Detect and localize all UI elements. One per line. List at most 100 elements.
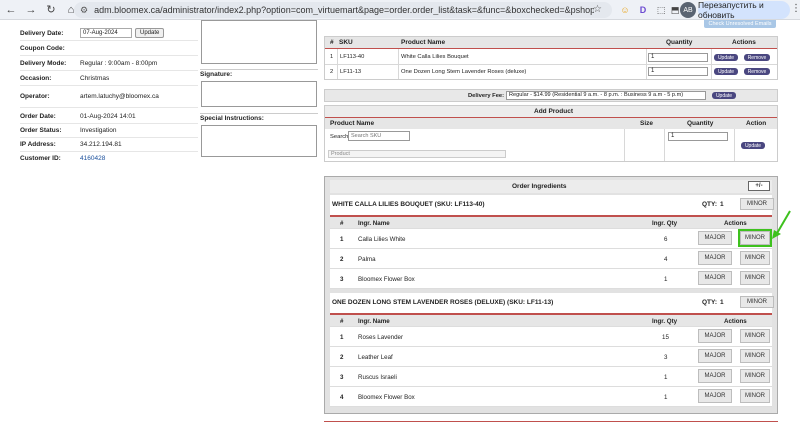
ingr-qty: 3	[664, 354, 668, 361]
notes-textarea[interactable]	[201, 20, 317, 64]
url-text: adm.bloomex.ca/administrator/index2.php?…	[94, 5, 595, 15]
delivery-fee-update-button[interactable]: Update	[712, 92, 736, 99]
special-instructions-heading: Special Instructions:	[200, 113, 318, 122]
check-emails-button[interactable]: Check Unresolved Emails	[704, 20, 776, 28]
delivery-date-update-button[interactable]: Update	[135, 28, 165, 38]
coupon-row: Coupon Code:	[20, 41, 198, 55]
ingredient-group-title: WHITE CALLA LILIES BOUQUET (SKU: LF113-4…	[332, 201, 485, 208]
order-date-value: 01-Aug-2024 14:01	[80, 112, 136, 120]
product-qty-input[interactable]: 1	[648, 53, 708, 62]
col-quantity: Quantity	[666, 39, 693, 46]
customer-id-label: Customer ID:	[20, 154, 61, 162]
minor-button[interactable]: MINOR	[740, 349, 770, 363]
ingr-qty: 1	[664, 276, 668, 283]
ingr-col-num: #	[340, 318, 344, 325]
profile-avatar[interactable]: AB	[680, 2, 696, 18]
order-date-row: Order Date: 01-Aug-2024 14:01	[20, 109, 198, 123]
major-button[interactable]: MAJOR	[698, 389, 732, 403]
col-actions: Actions	[732, 39, 756, 46]
extensions-puzzle-icon[interactable]: ⬚	[654, 3, 668, 17]
ingredient-header-row	[330, 315, 772, 327]
major-button[interactable]: MAJOR	[698, 329, 732, 343]
ingredient-group-title: ONE DOZEN LONG STEM LAVENDER ROSES (DELU…	[332, 299, 554, 306]
products-header-rule	[325, 48, 777, 49]
product-remove-button[interactable]: Remove	[744, 54, 770, 61]
ingr-qty: 1	[664, 394, 668, 401]
product-row-sku: LF11-13	[340, 69, 362, 75]
ingr-col-qty: Ingr. Qty	[652, 220, 678, 227]
ingr-col-actions: Actions	[724, 220, 747, 227]
site-settings-icon[interactable]: ⚙	[80, 5, 88, 16]
add-product-title: Add Product	[534, 108, 573, 115]
product-qty-input[interactable]: 1	[648, 67, 708, 76]
ingredients-title: Order Ingredients	[512, 183, 567, 190]
special-instructions-textarea[interactable]	[201, 125, 317, 157]
delivery-fee-select[interactable]: Regular - $14.99 (Residential 9 a.m. - 8…	[506, 91, 706, 100]
occasion-row: Occasion: Christmas	[20, 71, 198, 85]
back-icon[interactable]: ←	[2, 1, 20, 19]
bookmark-star-icon[interactable]: ☆	[593, 4, 602, 15]
signature-textarea[interactable]	[201, 81, 317, 107]
delivery-date-row: Delivery Date: 07-Aug-2024 Update	[20, 26, 198, 40]
ip-address-value: 34.212.194.81	[80, 140, 122, 148]
ingr-qty: 6	[664, 236, 668, 243]
product-select[interactable]: Product	[328, 150, 506, 158]
col-divider	[664, 129, 665, 161]
major-button[interactable]: MAJOR	[698, 251, 732, 265]
ingredient-group-qty: 1	[720, 201, 724, 208]
delivery-mode-row: Delivery Mode: Regular : 9:00am - 8:00pm	[20, 56, 198, 70]
add-product-update-button[interactable]: Update	[741, 142, 765, 149]
product-remove-button[interactable]: Remove	[744, 68, 770, 75]
delivery-date-label: Delivery Date:	[20, 29, 64, 37]
major-button[interactable]: MAJOR	[698, 231, 732, 245]
delivery-mode-value: Regular : 9:00am - 8:00pm	[80, 59, 158, 67]
ip-address-row: IP Address: 34.212.194.81	[20, 137, 198, 151]
product-update-button[interactable]: Update	[714, 68, 738, 75]
toggle-ingredients-button[interactable]: +/-	[748, 181, 770, 191]
delivery-date-input[interactable]: 07-Aug-2024	[80, 28, 132, 38]
occasion-label: Occasion:	[20, 74, 52, 82]
ingr-num: 3	[340, 276, 344, 283]
extension-d-icon[interactable]: D	[636, 3, 650, 17]
customer-id-link[interactable]: 4160428	[80, 155, 105, 162]
order-status-label: Order Status:	[20, 126, 62, 134]
ingredient-group-qty-label: QTY:	[702, 299, 718, 306]
divider	[20, 85, 198, 86]
ingredient-header-row	[330, 217, 772, 229]
row-divider	[325, 64, 777, 65]
forward-icon[interactable]: →	[22, 1, 40, 19]
minor-button[interactable]: MINOR	[740, 369, 770, 383]
minor-button[interactable]: MINOR	[740, 251, 770, 265]
ingr-num: 1	[340, 334, 344, 341]
search-sku-input[interactable]	[348, 131, 410, 141]
major-button[interactable]: MAJOR	[698, 271, 732, 285]
search-label: Search:	[330, 134, 350, 140]
relaunch-button[interactable]: Перезапустить и обновить	[698, 0, 790, 20]
col-product-name: Product Name	[401, 39, 446, 46]
ingr-col-name: Ingr. Name	[358, 220, 390, 227]
browser-menu-icon[interactable]: ⋮	[791, 3, 800, 14]
reload-icon[interactable]: ↻	[42, 1, 60, 19]
products-table-header	[325, 37, 777, 48]
ip-address-label: IP Address:	[20, 140, 56, 148]
extension-smiley-icon[interactable]: ☺	[618, 3, 632, 17]
customer-id-row: Customer ID: 4160428	[20, 151, 198, 165]
major-button[interactable]: MAJOR	[698, 349, 732, 363]
order-status-row: Order Status: Investigation	[20, 123, 198, 137]
signature-heading: Signature:	[200, 69, 318, 78]
add-product-qty-input[interactable]: 1	[668, 132, 728, 141]
ingr-num: 1	[340, 236, 344, 243]
product-row-num: 1	[330, 54, 334, 60]
minor-button[interactable]: MINOR	[740, 271, 770, 285]
group-minor-button[interactable]: MINOR	[740, 296, 774, 308]
minor-button[interactable]: MINOR	[740, 329, 770, 343]
order-status-value: Investigation	[80, 126, 117, 134]
address-bar[interactable]: ⚙ adm.bloomex.ca/administrator/index2.ph…	[74, 2, 612, 18]
major-button[interactable]: MAJOR	[698, 369, 732, 383]
minor-button[interactable]: MINOR	[738, 229, 772, 247]
product-update-button[interactable]: Update	[714, 54, 738, 61]
group-minor-button[interactable]: MINOR	[740, 198, 774, 210]
ingr-name: Leather Leaf	[358, 354, 393, 361]
divider	[20, 107, 198, 108]
minor-button[interactable]: MINOR	[740, 389, 770, 403]
